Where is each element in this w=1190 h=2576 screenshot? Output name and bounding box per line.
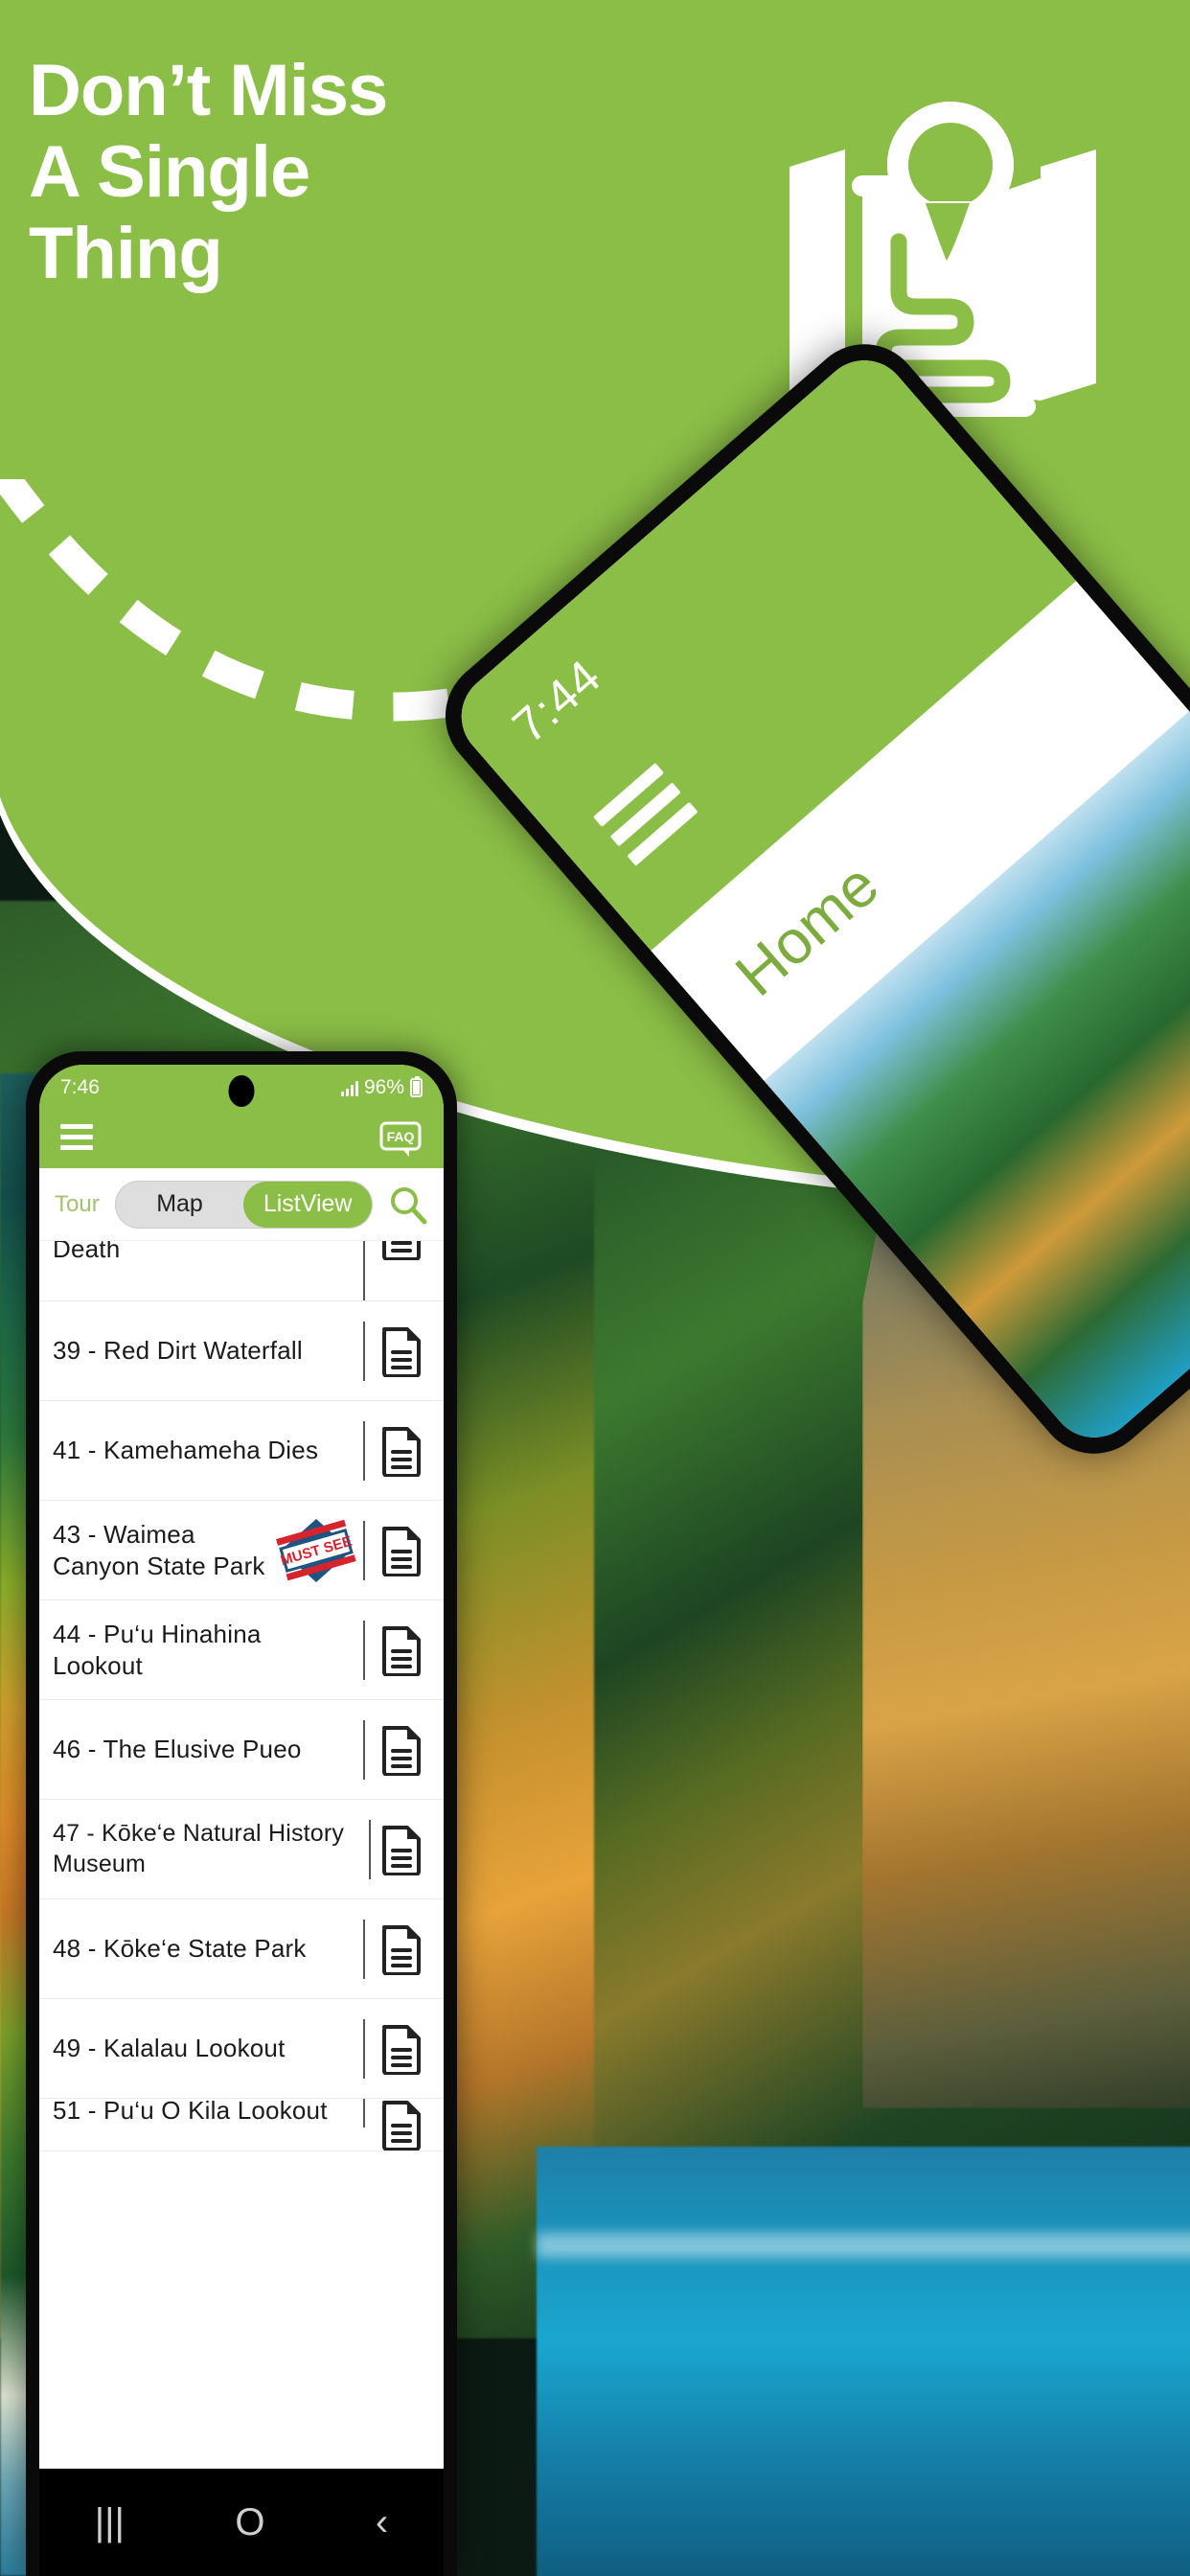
battery-percent-label: 96% <box>363 1076 404 1098</box>
row-divider <box>369 1819 371 1879</box>
home-button[interactable]: O <box>235 2503 264 2542</box>
list-item-label: 46 - The Elusive Pueo <box>53 1735 302 1764</box>
list-item-label: 47 - Kōke‘e Natural History Museum <box>53 1820 345 1877</box>
list-item[interactable]: 43 - Waimea Canyon State Park MUST SEE <box>39 1501 444 1600</box>
map-listview-toggle[interactable]: Map ListView <box>114 1180 373 1229</box>
recents-button[interactable]: ||| <box>95 2503 125 2542</box>
document-icon[interactable] <box>380 2023 423 2075</box>
search-icon[interactable] <box>388 1184 428 1225</box>
page-title: Don’t Miss A Single Thing <box>29 50 388 295</box>
document-icon[interactable] <box>380 1325 423 1377</box>
list-item[interactable]: 46 - The Elusive Pueo <box>39 1700 444 1800</box>
list-item-label: 44 - Pu‘u Hinahina Lookout <box>53 1620 262 1680</box>
hamburger-menu-icon[interactable] <box>592 762 706 876</box>
faq-bubble-icon[interactable]: FAQ <box>378 1120 423 1159</box>
list-item[interactable]: 47 - Kōke‘e Natural History Museum <box>39 1800 444 1899</box>
tab-listview[interactable]: ListView <box>243 1181 372 1228</box>
status-bar: 7:46 96% <box>39 1065 444 1111</box>
status-bar-right: 96% <box>340 1076 423 1099</box>
app-bar: FAQ <box>39 1111 444 1168</box>
list-item[interactable]: 39 - Red Dirt Waterfall <box>39 1301 444 1401</box>
list-item-label: 39 - Red Dirt Waterfall <box>53 1336 303 1366</box>
document-icon[interactable] <box>380 1724 423 1776</box>
row-divider <box>363 1321 365 1381</box>
svg-text:FAQ: FAQ <box>387 1129 415 1144</box>
cell-signal-icon <box>340 1080 358 1096</box>
row-divider <box>363 1241 365 1300</box>
list-item[interactable]: 51 - Pu‘u O Kila Lookout <box>39 2099 444 2151</box>
foreground-phone: 7:46 96% FAQ Tour Map ListView Death 39 … <box>26 1051 457 2576</box>
android-nav-bar: ||| O ‹ <box>39 2469 444 2576</box>
document-icon[interactable] <box>380 1241 423 1260</box>
list-item[interactable]: 48 - Kōke‘e State Park <box>39 1899 444 1999</box>
list-item-label: 48 - Kōke‘e State Park <box>53 1934 307 1964</box>
row-divider <box>363 1520 365 1580</box>
background-phone-clock: 7:44 <box>502 649 611 753</box>
foreground-phone-screen: 7:46 96% FAQ Tour Map ListView Death 39 … <box>39 1065 444 2576</box>
list-item[interactable]: Death <box>39 1241 444 1301</box>
tour-stop-list[interactable]: Death 39 - Red Dirt Waterfall 41 - Kameh… <box>39 1241 444 2576</box>
document-icon[interactable] <box>380 1824 423 1875</box>
list-item[interactable]: 44 - Pu‘u Hinahina Lookout <box>39 1600 444 1700</box>
document-icon[interactable] <box>380 1624 423 1676</box>
list-item-label: 41 - Kamehameha Dies <box>53 1436 319 1465</box>
document-icon[interactable] <box>380 1923 423 1975</box>
ocean-foam <box>537 2233 1190 2258</box>
list-item-label: Death <box>53 1241 121 1263</box>
hamburger-menu-icon[interactable] <box>60 1123 93 1156</box>
list-item-label: 43 - Waimea Canyon State Park <box>53 1520 265 1580</box>
background-phone-home-label: Home <box>722 849 892 1009</box>
document-icon[interactable] <box>380 1525 423 1576</box>
row-divider <box>363 2099 365 2128</box>
camera-punch-hole <box>228 1075 255 1107</box>
list-item-label: 51 - Pu‘u O Kila Lookout <box>53 2099 328 2125</box>
row-divider <box>363 1620 365 1680</box>
battery-full-icon <box>410 1076 423 1097</box>
row-divider <box>363 2018 365 2079</box>
back-button[interactable]: ‹ <box>376 2503 388 2542</box>
view-toolbar: Tour Map ListView <box>39 1168 444 1241</box>
must-see-badge: MUST SEE <box>276 1518 356 1582</box>
status-bar-clock: 7:46 <box>60 1076 100 1098</box>
document-icon[interactable] <box>380 1425 423 1477</box>
list-item[interactable]: 41 - Kamehameha Dies <box>39 1401 444 1501</box>
ocean <box>537 2147 1190 2576</box>
list-item[interactable]: 49 - Kalalau Lookout <box>39 1999 444 2099</box>
row-divider <box>363 1919 365 1979</box>
row-divider <box>363 1420 365 1481</box>
document-icon[interactable] <box>380 2099 423 2150</box>
row-divider <box>363 1719 365 1780</box>
list-item-label: 49 - Kalalau Lookout <box>53 2034 286 2063</box>
tab-map[interactable]: Map <box>116 1182 244 1228</box>
tour-label: Tour <box>55 1190 100 1217</box>
